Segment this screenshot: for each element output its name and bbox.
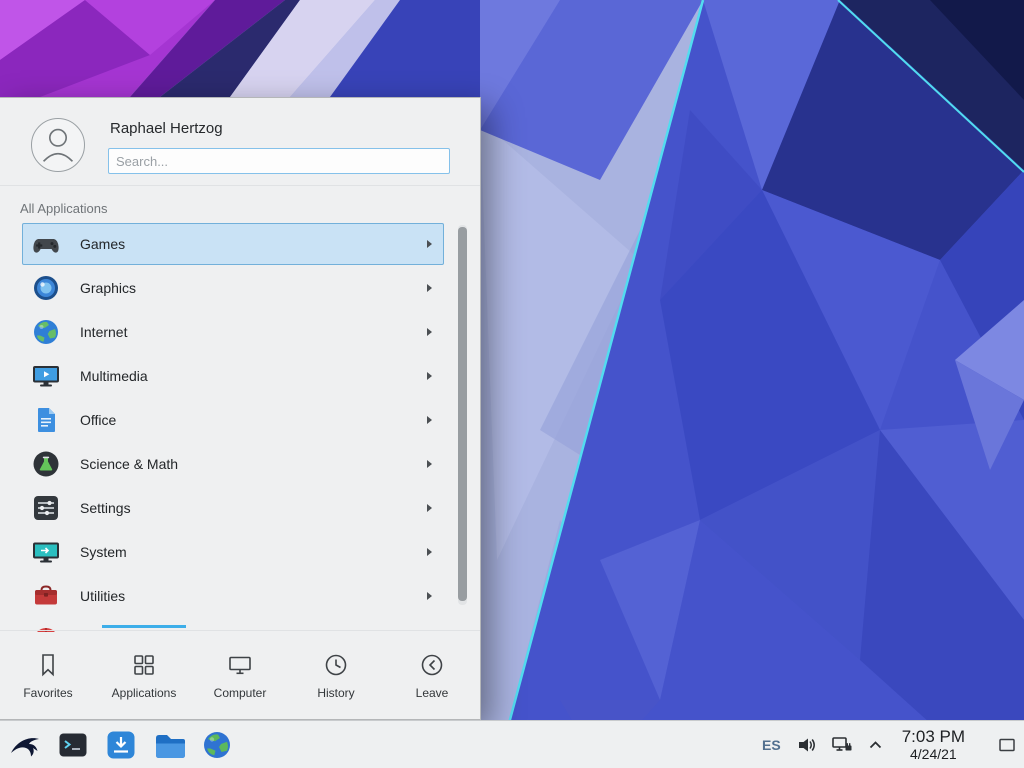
clock-date: 4/24/21: [902, 746, 965, 762]
utilities-icon: [31, 581, 61, 611]
chevron-right-icon: [427, 372, 432, 380]
favorites-icon: [34, 651, 62, 679]
chevron-right-icon: [427, 328, 432, 336]
terminal-icon[interactable]: [56, 728, 90, 762]
category-system[interactable]: System: [22, 531, 444, 573]
category-label: Graphics: [80, 280, 136, 296]
chevron-right-icon: [427, 548, 432, 556]
app-launcher-icon: [9, 729, 41, 761]
category-label: Games: [80, 236, 125, 252]
application-launcher: Raphael Hertzog All Applications Games: [0, 97, 481, 720]
graphics-icon: [31, 273, 61, 303]
category-settings[interactable]: Settings: [22, 487, 444, 529]
section-label: All Applications: [20, 201, 107, 216]
chevron-right-icon: [427, 592, 432, 600]
clock[interactable]: 7:03 PM 4/24/21: [902, 727, 965, 763]
system-tray: ES: [762, 723, 1024, 767]
category-list: Games Graphics: [0, 223, 458, 632]
show-desktop-button[interactable]: [994, 723, 1020, 767]
category-label: Settings: [80, 500, 131, 516]
file-manager-icon[interactable]: [152, 728, 186, 762]
tab-label: History: [317, 686, 354, 700]
applications-icon: [130, 651, 158, 679]
tab-applications[interactable]: Applications: [96, 631, 192, 719]
category-label: System: [80, 544, 127, 560]
category-multimedia[interactable]: Multimedia: [22, 355, 444, 397]
category-label: Internet: [80, 324, 127, 340]
volume-icon[interactable]: [796, 735, 816, 755]
chevron-right-icon: [427, 504, 432, 512]
category-science[interactable]: Science & Math: [22, 443, 444, 485]
category-label: Multimedia: [80, 368, 148, 384]
leave-icon: [418, 651, 446, 679]
clock-time: 7:03 PM: [902, 727, 965, 747]
launcher-footer: Favorites Applications: [0, 630, 480, 719]
taskbar: ES: [0, 720, 1024, 768]
category-games[interactable]: Games: [22, 223, 444, 265]
chevron-right-icon: [427, 460, 432, 468]
keyboard-layout-indicator[interactable]: ES: [762, 737, 781, 753]
show-desktop-icon: [998, 737, 1016, 753]
chevron-right-icon: [427, 240, 432, 248]
desktop: Raphael Hertzog All Applications Games: [0, 0, 1024, 768]
scrollbar-thumb[interactable]: [458, 227, 467, 601]
games-icon: [31, 229, 61, 259]
settings-icon: [31, 493, 61, 523]
taskbar-left: [0, 728, 234, 762]
tab-history[interactable]: History: [288, 631, 384, 719]
category-internet[interactable]: Internet: [22, 311, 444, 353]
category-label: Science & Math: [80, 456, 178, 472]
system-icon: [31, 537, 61, 567]
tab-label: Applications: [112, 686, 177, 700]
history-icon: [322, 651, 350, 679]
user-name: Raphael Hertzog: [110, 120, 223, 137]
launcher-header: Raphael Hertzog: [0, 98, 480, 186]
internet-icon: [31, 317, 61, 347]
tab-favorites[interactable]: Favorites: [0, 631, 96, 719]
science-icon: [31, 449, 61, 479]
chevron-right-icon: [427, 284, 432, 292]
active-tab-indicator: [102, 625, 186, 628]
tab-leave[interactable]: Leave: [384, 631, 480, 719]
expand-tray-icon[interactable]: [868, 739, 883, 751]
tab-label: Leave: [416, 686, 449, 700]
tab-label: Favorites: [23, 686, 72, 700]
category-label: Office: [80, 412, 116, 428]
software-center-icon[interactable]: [104, 728, 138, 762]
user-icon: [32, 118, 84, 172]
scrollbar[interactable]: [458, 225, 467, 605]
tab-label: Computer: [214, 686, 267, 700]
office-icon: [31, 405, 61, 435]
computer-icon: [226, 651, 254, 679]
tab-computer[interactable]: Computer: [192, 631, 288, 719]
network-icon[interactable]: [831, 735, 853, 755]
avatar: [31, 118, 85, 172]
category-label: Utilities: [80, 588, 125, 604]
chevron-right-icon: [427, 416, 432, 424]
category-utilities[interactable]: Utilities: [22, 575, 444, 617]
multimedia-icon: [31, 361, 61, 391]
category-graphics[interactable]: Graphics: [22, 267, 444, 309]
app-launcher-button[interactable]: [8, 728, 42, 762]
search-input[interactable]: [108, 148, 450, 174]
browser-icon[interactable]: [200, 728, 234, 762]
category-office[interactable]: Office: [22, 399, 444, 441]
